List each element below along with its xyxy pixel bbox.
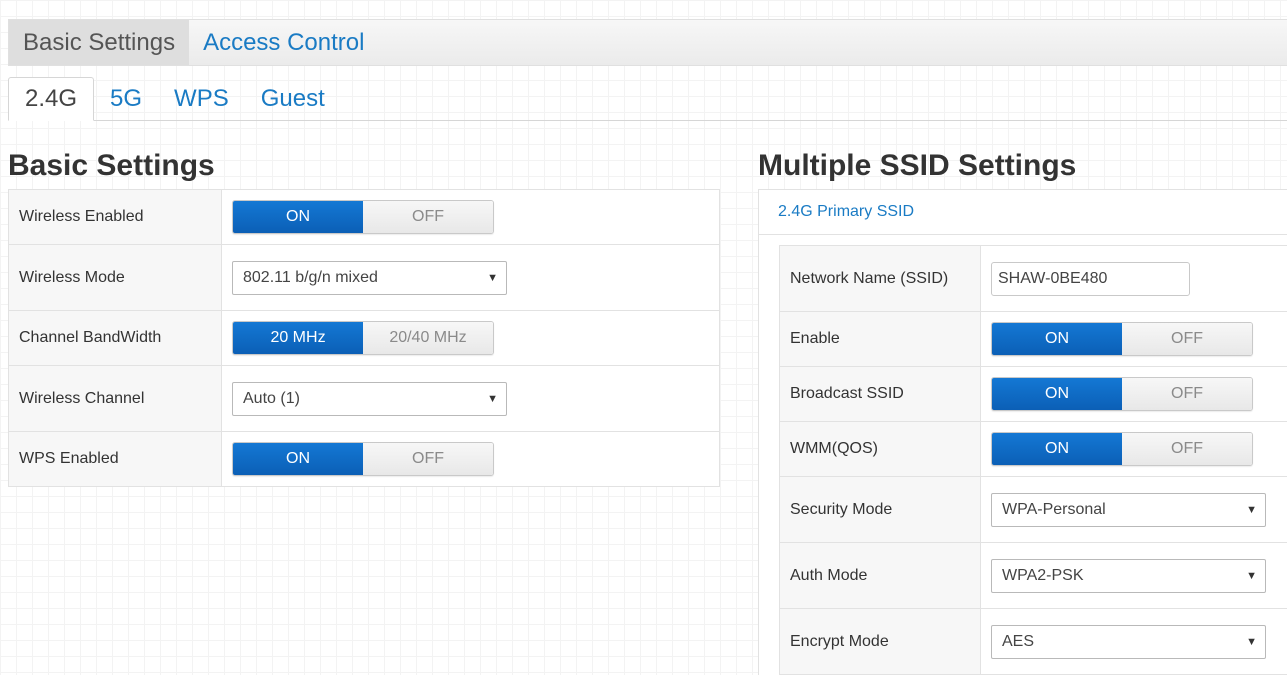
tab-2-4g[interactable]: 2.4G [8,77,95,121]
caret-down-icon: ▼ [487,271,498,284]
wireless-mode-value: 802.11 b/g/n mixed [243,268,378,286]
row-channel-bandwidth: Channel BandWidth 20 MHz 20/40 MHz [8,310,720,366]
enable-label: Enable [779,311,981,367]
wireless-mode-label: Wireless Mode [8,244,222,311]
row-enable: Enable ON OFF [779,311,1287,367]
band-tab-bar: 2.4G 5G WPS Guest [8,77,1287,121]
wireless-enabled-label: Wireless Enabled [8,189,222,245]
auth-mode-value: WPA2-PSK [1002,566,1084,584]
row-wireless-channel: Wireless Channel Auto (1) ▼ [8,365,720,432]
network-name-input[interactable] [991,261,1190,296]
caret-down-icon: ▼ [1246,569,1257,582]
wireless-channel-label: Wireless Channel [8,365,222,432]
encrypt-mode-label: Encrypt Mode [779,608,981,675]
caret-down-icon: ▼ [1246,503,1257,516]
row-wmm: WMM(QOS) ON OFF [779,421,1287,477]
multiple-ssid-title: Multiple SSID Settings [758,149,1077,182]
wps-enabled-on-button[interactable]: ON [233,443,363,475]
tab-basic-settings[interactable]: Basic Settings [9,20,190,65]
wireless-enabled-off-button[interactable]: OFF [363,201,493,233]
wmm-on-button[interactable]: ON [992,433,1122,465]
row-encrypt-mode: Encrypt Mode AES ▼ [779,608,1287,675]
wmm-toggle[interactable]: ON OFF [991,432,1253,466]
wireless-enabled-on-button[interactable]: ON [233,201,363,233]
top-tab-bar: Basic Settings Access Control [8,19,1287,66]
broadcast-ssid-on-button[interactable]: ON [992,378,1122,410]
security-mode-select[interactable]: WPA-Personal ▼ [991,492,1266,527]
ssid-panel: 2.4G Primary SSID Network Name (SSID) En… [758,189,1287,675]
wmm-off-button[interactable]: OFF [1122,433,1252,465]
tab-access-control[interactable]: Access Control [189,20,378,65]
auth-mode-label: Auth Mode [779,542,981,609]
security-mode-value: WPA-Personal [1002,500,1106,518]
row-security-mode: Security Mode WPA-Personal ▼ [779,476,1287,543]
tab-wps[interactable]: WPS [158,77,245,120]
wireless-channel-select[interactable]: Auto (1) ▼ [232,381,507,416]
network-name-label: Network Name (SSID) [779,245,981,312]
encrypt-mode-select[interactable]: AES ▼ [991,624,1266,659]
row-broadcast-ssid: Broadcast SSID ON OFF [779,366,1287,422]
tab-guest[interactable]: Guest [245,77,341,120]
caret-down-icon: ▼ [1246,635,1257,648]
wireless-enabled-toggle[interactable]: ON OFF [232,200,494,234]
row-network-name: Network Name (SSID) [779,245,1287,312]
broadcast-ssid-toggle[interactable]: ON OFF [991,377,1253,411]
wps-enabled-toggle[interactable]: ON OFF [232,442,494,476]
enable-toggle[interactable]: ON OFF [991,322,1253,356]
broadcast-ssid-label: Broadcast SSID [779,366,981,422]
ssid-panel-header[interactable]: 2.4G Primary SSID [759,190,1287,235]
row-wireless-mode: Wireless Mode 802.11 b/g/n mixed ▼ [8,244,720,311]
row-wps-enabled: WPS Enabled ON OFF [8,431,720,487]
row-auth-mode: Auth Mode WPA2-PSK ▼ [779,542,1287,609]
enable-off-button[interactable]: OFF [1122,323,1252,355]
caret-down-icon: ▼ [487,392,498,405]
enable-on-button[interactable]: ON [992,323,1122,355]
basic-settings-table: Wireless Enabled ON OFF Wireless Mode 80… [8,189,720,487]
encrypt-mode-value: AES [1002,632,1035,650]
bandwidth-20-40mhz-button[interactable]: 20/40 MHz [363,322,493,354]
wps-enabled-off-button[interactable]: OFF [363,443,493,475]
security-mode-label: Security Mode [779,476,981,543]
wireless-mode-select[interactable]: 802.11 b/g/n mixed ▼ [232,260,507,295]
auth-mode-select[interactable]: WPA2-PSK ▼ [991,558,1266,593]
channel-bandwidth-toggle[interactable]: 20 MHz 20/40 MHz [232,321,494,355]
row-wireless-enabled: Wireless Enabled ON OFF [8,189,720,245]
ssid-settings-table: Network Name (SSID) Enable ON OFF Broadc… [779,245,1287,675]
basic-settings-title: Basic Settings [8,149,215,182]
wmm-label: WMM(QOS) [779,421,981,477]
wps-enabled-label: WPS Enabled [8,431,222,487]
tab-5g[interactable]: 5G [94,77,158,120]
bandwidth-20mhz-button[interactable]: 20 MHz [233,322,363,354]
channel-bandwidth-label: Channel BandWidth [8,310,222,366]
broadcast-ssid-off-button[interactable]: OFF [1122,378,1252,410]
wireless-channel-value: Auto (1) [243,389,300,407]
